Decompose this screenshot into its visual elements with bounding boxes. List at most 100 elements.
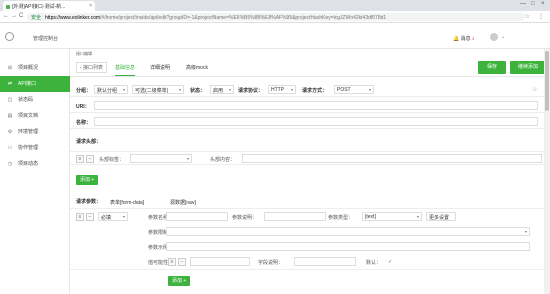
- url-path: /#/home/project/inside/api/edit?groupID=…: [100, 15, 387, 21]
- chevron-down-icon: ▾: [368, 87, 371, 92]
- drag-handle-icon[interactable]: ≡: [76, 213, 84, 221]
- browser-tab-strip: [外测]API接口-测试-新... × — □ ×: [0, 0, 550, 11]
- checkmark-icon[interactable]: ✓: [388, 259, 392, 265]
- uri-row: URI：: [70, 98, 550, 113]
- chevron-down-icon: ▾: [178, 87, 181, 92]
- add-header-button[interactable]: 添加 +: [76, 175, 99, 185]
- status-select[interactable]: 启用 ▾: [210, 85, 234, 94]
- continue-add-button[interactable]: 继续添加: [510, 61, 546, 74]
- uri-input[interactable]: [94, 101, 538, 110]
- add-label: 添加: [80, 177, 91, 183]
- back-to-list-button[interactable]: ‹ 接口列表: [76, 62, 108, 73]
- document-icon: ▤: [7, 113, 13, 119]
- uri-label: URI：: [76, 104, 90, 110]
- chevron-down-icon: ▾: [122, 87, 125, 92]
- value-desc-label: 字段说明：: [258, 260, 284, 266]
- protocol-value: HTTP: [271, 87, 285, 93]
- sidebar: ⊞ 项目概况 ⇄ API接口 ◫ 状态码 ▤ 项目文档 ⚙ 环境管理 ⚇ 协作管理 ◷ 项目动…: [0, 49, 70, 294]
- remove-icon[interactable]: −: [178, 258, 186, 266]
- tab-raw[interactable]: 源数据[raw]: [170, 199, 196, 206]
- must-fill-value: 必填: [101, 215, 112, 221]
- browser-address-bar: ← → C 安全 https://www.eolinker.com/#/home/…: [0, 11, 550, 23]
- tab-basic-info[interactable]: 基础信息: [115, 64, 136, 76]
- browser-menu-icon[interactable]: ⋮: [538, 13, 544, 20]
- window-minimize-icon[interactable]: —: [520, 1, 526, 7]
- team-icon: ⚇: [7, 145, 13, 151]
- subgroup-select[interactable]: 可选(二级菜单) ▾: [132, 85, 184, 94]
- sidebar-item-label: API接口: [18, 81, 37, 87]
- remove-icon[interactable]: −: [86, 213, 94, 221]
- param-name-input[interactable]: [166, 212, 228, 221]
- param-type-select[interactable]: [text] ▾: [362, 212, 422, 221]
- sidebar-item-label: 环境管理: [18, 129, 39, 135]
- param-type-label: 参数类型：: [328, 215, 354, 221]
- group-label: 分组：: [76, 88, 92, 94]
- page-scrollbar[interactable]: [544, 49, 550, 294]
- default-label: 默认：: [366, 260, 382, 266]
- param-desc-input[interactable]: [264, 212, 326, 221]
- sidebar-item-activity[interactable]: ◷ 项目动态: [0, 156, 70, 172]
- tab-detail[interactable]: 详细说明: [150, 64, 170, 71]
- forward-icon[interactable]: →: [11, 13, 17, 19]
- sidebar-item-api[interactable]: ⇄ API接口: [0, 76, 70, 92]
- protocol-select[interactable]: HTTP ▾: [268, 85, 296, 94]
- user-caret-icon[interactable]: ⌄: [501, 34, 505, 40]
- param-type-value: [text]: [365, 214, 376, 220]
- tab-close-icon[interactable]: ×: [89, 3, 92, 9]
- request-params-label: 请求参数：: [76, 199, 102, 205]
- more-settings-button[interactable]: 更多设置: [426, 212, 456, 221]
- app-title[interactable]: 管理控制台: [33, 35, 58, 42]
- favicon-icon: [6, 4, 10, 9]
- value-input[interactable]: [190, 257, 250, 266]
- value-desc-input[interactable]: [294, 257, 356, 266]
- sidebar-item-env[interactable]: ⚙ 环境管理: [0, 124, 70, 140]
- sidebar-item-docs[interactable]: ▤ 项目文档: [0, 108, 70, 124]
- secure-label: 安全: [31, 15, 42, 21]
- protocol-label: 请求协议：: [238, 88, 264, 94]
- back-icon[interactable]: ←: [3, 13, 9, 19]
- remove-icon[interactable]: −: [86, 155, 94, 163]
- request-header-row: ≡ − 头部标签： ▾ 头部内容：: [70, 151, 550, 165]
- window-maximize-icon[interactable]: □: [531, 1, 535, 7]
- method-value: POST: [337, 87, 351, 93]
- sidebar-item-overview[interactable]: ⊞ 项目概况: [0, 60, 70, 76]
- name-input[interactable]: [94, 117, 538, 126]
- browser-tab[interactable]: [外测]API接口-测试-新... ×: [3, 1, 95, 11]
- url-field[interactable]: 安全 https://www.eolinker.com/#/home/projec…: [27, 13, 525, 21]
- app-logo-icon[interactable]: [5, 32, 14, 41]
- more-settings-label: 更多设置: [429, 215, 450, 221]
- header-content-input[interactable]: [242, 154, 542, 163]
- reload-icon[interactable]: C: [19, 13, 23, 19]
- api-basic-row: 分组： 默认分组 ▾ 可选(二级菜单) ▾ 状态： 启用 ▾ 请求协议： HTTP ▾ …: [70, 82, 550, 97]
- param-desc-label: 参数说明：: [232, 215, 258, 221]
- user-avatar[interactable]: [490, 33, 498, 41]
- add-label: 添加: [172, 278, 183, 284]
- group-select[interactable]: 默认分组 ▾: [94, 85, 128, 94]
- sidebar-item-label: 项目动态: [18, 161, 39, 167]
- sidebar-item-collab[interactable]: ⚇ 协作管理: [0, 140, 70, 156]
- method-select[interactable]: POST ▾: [334, 85, 374, 94]
- drag-handle-icon[interactable]: ≡: [168, 258, 176, 266]
- window-close-icon[interactable]: ×: [541, 1, 545, 7]
- scrollbar-thumb[interactable]: [545, 51, 549, 111]
- header-tag-select[interactable]: ▾: [130, 154, 192, 163]
- browser-tab-title: [外测]API接口-测试-新...: [12, 4, 66, 10]
- must-fill-select[interactable]: 必填 ▾: [98, 212, 128, 221]
- url-host: https://www.eolinker.com: [45, 15, 101, 21]
- request-header-title: 请求头部：: [76, 139, 102, 145]
- param-example-input[interactable]: [166, 242, 530, 251]
- edit-toolbar: ‹ 接口列表 基础信息 详细说明 高级mock 保存 继续添加: [70, 57, 550, 77]
- save-button[interactable]: 保存: [478, 61, 506, 74]
- dashboard-icon: ⊞: [7, 65, 13, 71]
- message-count-badge: 3: [472, 36, 475, 41]
- clock-icon: ◷: [7, 161, 13, 167]
- bookmark-star-icon[interactable]: ☆: [525, 13, 530, 20]
- sidebar-item-status-code[interactable]: ◫ 状态码: [0, 92, 70, 108]
- tab-advanced-mock[interactable]: 高级mock: [186, 64, 208, 71]
- param-limit-select[interactable]: ▾: [166, 227, 530, 236]
- status-code-icon: ◫: [7, 97, 13, 103]
- settings-gear-icon[interactable]: ☆: [532, 86, 537, 93]
- drag-handle-icon[interactable]: ≡: [76, 155, 84, 163]
- messages-link[interactable]: 🔔 消息 3: [453, 35, 474, 42]
- add-param-button[interactable]: 添加 +: [168, 276, 191, 286]
